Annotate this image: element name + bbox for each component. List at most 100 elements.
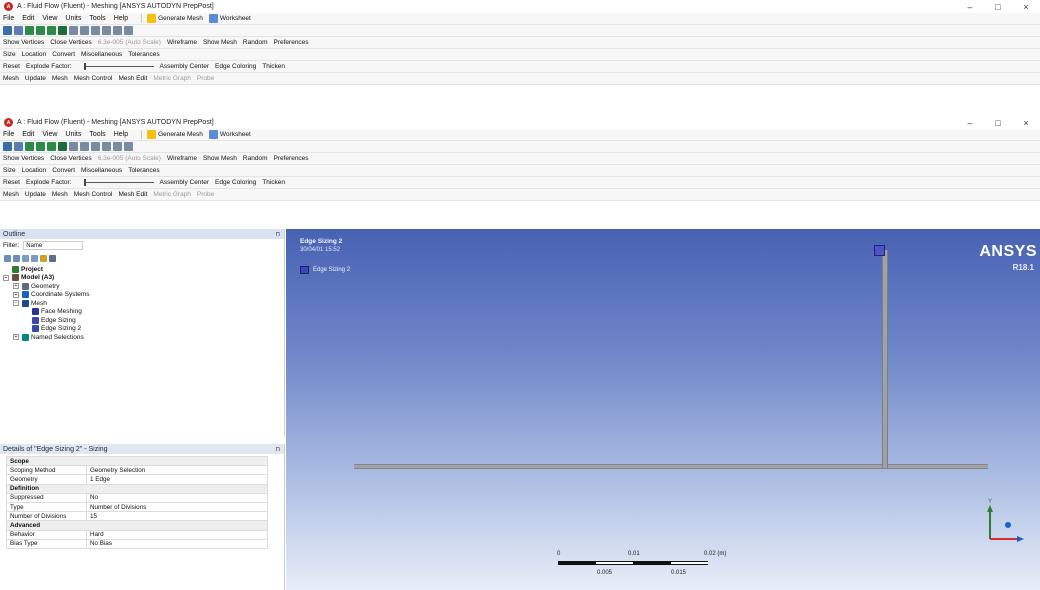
show-vertices-button[interactable]: Show Vertices xyxy=(3,155,44,162)
explode-slider[interactable] xyxy=(83,179,154,186)
zoom-fit-icon[interactable] xyxy=(113,26,122,35)
size-button[interactable]: Size xyxy=(3,167,16,174)
mesh-edit-button[interactable]: Mesh Edit xyxy=(118,191,147,198)
show-vertices-button[interactable]: Show Vertices xyxy=(3,39,44,46)
expand-toggle-icon[interactable]: − xyxy=(3,274,9,281)
close-button[interactable]: × xyxy=(1012,2,1040,12)
assembly-center-dropdown[interactable]: Assembly Center xyxy=(160,179,210,186)
property-row[interactable]: Bias Type No Bias xyxy=(6,538,268,549)
property-value[interactable]: Number of Divisions xyxy=(86,501,268,513)
expand-toggle-icon[interactable]: + xyxy=(13,283,19,290)
menu-help[interactable]: Help xyxy=(114,131,128,138)
face-select-icon[interactable] xyxy=(47,26,56,35)
face-select-icon[interactable] xyxy=(47,142,56,151)
mesh-control-button[interactable]: Mesh Control xyxy=(74,191,113,198)
rotate-icon[interactable] xyxy=(69,26,78,35)
show-mesh-button[interactable]: Show Mesh xyxy=(203,39,237,46)
collapse-icon[interactable] xyxy=(13,255,20,262)
pin-icon[interactable]: ⊓ xyxy=(275,446,280,453)
menu-tools[interactable]: Tools xyxy=(89,15,105,22)
tree-node[interactable]: + Geometry xyxy=(3,282,284,291)
show-mesh-button[interactable]: Show Mesh xyxy=(203,155,237,162)
reset-button[interactable]: Reset xyxy=(3,179,20,186)
pan-icon[interactable] xyxy=(80,26,89,35)
tree-node[interactable]: + Named Selections xyxy=(3,333,284,342)
edge-select-icon[interactable] xyxy=(36,26,45,35)
property-value[interactable]: Geometry Selection xyxy=(86,465,268,476)
property-value[interactable]: 15 xyxy=(86,511,268,522)
zoom-in-icon[interactable] xyxy=(91,26,100,35)
property-group-row[interactable]: Definition xyxy=(6,483,268,494)
close-vertices-button[interactable]: Close Vertices xyxy=(50,155,92,162)
miscellaneous-button[interactable]: Miscellaneous xyxy=(81,51,122,58)
thicken-button[interactable]: Thicken xyxy=(262,179,285,186)
select-icon[interactable] xyxy=(3,142,12,151)
menu-tools[interactable]: Tools xyxy=(89,131,105,138)
tree-node[interactable]: Face Meshing xyxy=(3,308,284,317)
zoom-box-icon[interactable] xyxy=(102,26,111,35)
location-button[interactable]: Location xyxy=(22,167,47,174)
select-icon[interactable] xyxy=(3,26,12,35)
filter-select[interactable]: Name xyxy=(23,241,84,250)
property-group-row[interactable]: Advanced xyxy=(6,520,268,531)
expand-toggle-icon[interactable]: + xyxy=(13,334,19,341)
tolerances-button[interactable]: Tolerances xyxy=(128,51,159,58)
axis-triad-icon[interactable]: Y xyxy=(978,497,1026,547)
pin-icon[interactable]: ⊓ xyxy=(275,231,280,238)
tree-node[interactable]: + Coordinate Systems xyxy=(3,291,284,300)
worksheet-button[interactable]: Worksheet xyxy=(208,14,251,23)
property-group-row[interactable]: Scope xyxy=(6,455,268,467)
convert-button[interactable]: Convert xyxy=(52,167,75,174)
magnifier-icon[interactable] xyxy=(124,142,133,151)
maximize-button[interactable]: □ xyxy=(984,118,1012,128)
horizontal-edge[interactable] xyxy=(354,464,988,469)
tolerances-button[interactable]: Tolerances xyxy=(128,167,159,174)
menu-view[interactable]: View xyxy=(42,131,57,138)
minimize-button[interactable]: – xyxy=(956,2,984,12)
filter-icon[interactable] xyxy=(40,255,47,262)
expand-toggle-icon[interactable]: + xyxy=(13,291,19,298)
explode-slider[interactable] xyxy=(83,63,154,70)
thicken-button[interactable]: Thicken xyxy=(262,63,285,70)
wireframe-button[interactable]: Wireframe xyxy=(167,39,197,46)
tree-node[interactable]: − Mesh xyxy=(3,299,284,308)
size-button[interactable]: Size xyxy=(3,51,16,58)
miscellaneous-button[interactable]: Miscellaneous xyxy=(81,167,122,174)
wireframe-button[interactable]: Wireframe xyxy=(167,155,197,162)
close-vertices-button[interactable]: Close Vertices xyxy=(50,39,92,46)
menu-file[interactable]: File xyxy=(3,131,14,138)
zoom-fit-icon[interactable] xyxy=(113,142,122,151)
property-row[interactable]: Behavior Hard xyxy=(6,529,268,540)
edge-coloring-button[interactable]: Edge Coloring xyxy=(215,63,256,70)
mesh-control-button[interactable]: Mesh Control xyxy=(74,75,113,82)
menu-units[interactable]: Units xyxy=(65,15,81,22)
graphics-viewport[interactable]: Edge Sizing 2 30/04/01 15:52 Edge Sizing… xyxy=(286,229,1040,590)
pan-icon[interactable] xyxy=(80,142,89,151)
select-mode-icon[interactable] xyxy=(14,142,23,151)
vertical-edge[interactable] xyxy=(882,250,888,468)
menu-view[interactable]: View xyxy=(42,15,57,22)
worksheet-button[interactable]: Worksheet xyxy=(208,130,251,139)
expand-toggle-icon[interactable]: − xyxy=(13,300,19,307)
preferences-button[interactable]: Preferences xyxy=(274,39,309,46)
down-icon[interactable] xyxy=(31,255,38,262)
property-value[interactable]: No Bias xyxy=(86,538,268,549)
property-value[interactable]: No xyxy=(86,492,268,503)
rotate-icon[interactable] xyxy=(69,142,78,151)
property-row[interactable]: Scoping Method Geometry Selection xyxy=(6,465,268,476)
random-button[interactable]: Random xyxy=(243,39,268,46)
expand-all-icon[interactable] xyxy=(4,255,11,262)
property-value[interactable]: Hard xyxy=(86,529,268,540)
up-icon[interactable] xyxy=(22,255,29,262)
assembly-center-dropdown[interactable]: Assembly Center xyxy=(160,63,210,70)
probe-button[interactable]: Probe xyxy=(197,191,214,198)
maximize-button[interactable]: □ xyxy=(984,2,1012,12)
close-button[interactable]: × xyxy=(1012,118,1040,128)
edge-coloring-button[interactable]: Edge Coloring xyxy=(215,179,256,186)
menu-edit[interactable]: Edit xyxy=(22,15,34,22)
mesh-menu-button[interactable]: Mesh xyxy=(52,75,68,82)
property-row[interactable]: Suppressed No xyxy=(6,492,268,503)
edge-select-icon[interactable] xyxy=(36,142,45,151)
metric-graph-button[interactable]: Metric Graph xyxy=(153,75,191,82)
vertex-select-icon[interactable] xyxy=(25,26,34,35)
